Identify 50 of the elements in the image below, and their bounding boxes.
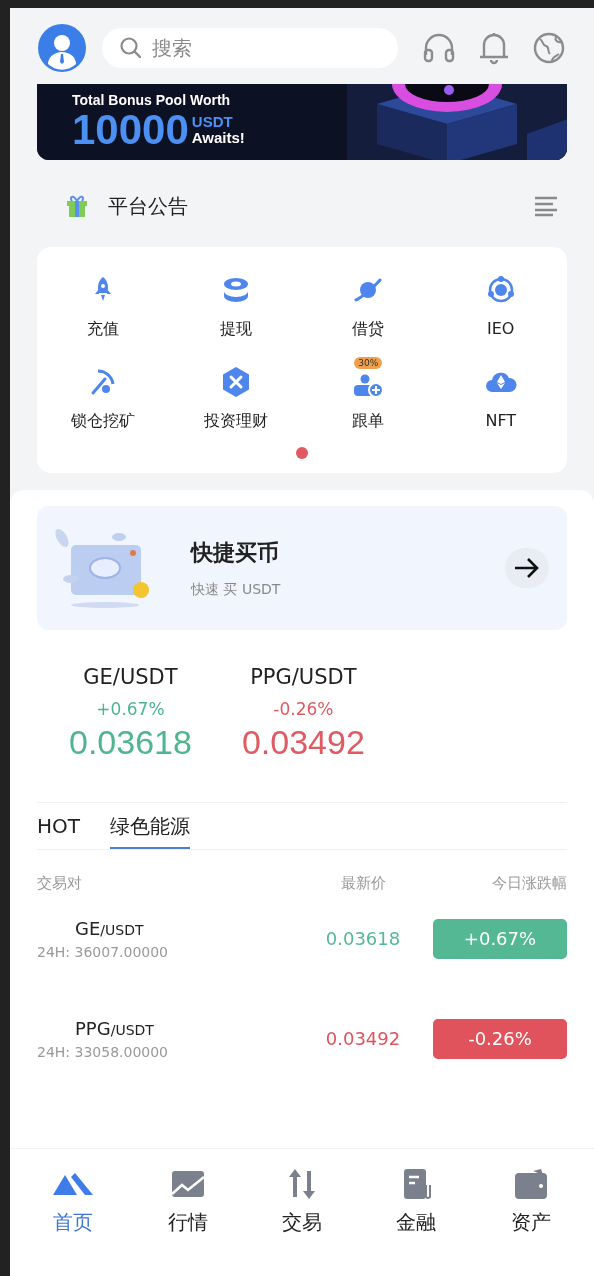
pair-name[interactable]: PPG/USDT	[37, 1014, 293, 1042]
category-tab[interactable]: HOT	[37, 811, 80, 849]
announcement-title[interactable]: 平台公告	[108, 191, 188, 221]
shortcut-label[interactable]: 锁仓挖矿	[71, 409, 136, 433]
shortcut-label[interactable]: 借贷	[352, 317, 385, 341]
quick-buy-subtitle: 快速 买 USDT	[191, 580, 281, 599]
shortcut-label[interactable]: 跟单	[352, 409, 385, 433]
column-header: 今日涨跌幅	[491, 873, 567, 894]
quick-buy-card[interactable]: 快捷买币 快速 买 USDT	[37, 506, 567, 630]
volume-text: 24H: 33058.00000	[37, 1042, 170, 1062]
menu-icon[interactable]	[534, 195, 558, 217]
ticker-price: 0.03492	[241, 722, 365, 762]
shortcut-label[interactable]: 充值	[87, 317, 120, 341]
discount-badge: 30%	[354, 357, 383, 369]
bonus-amount: 10000	[72, 108, 189, 152]
column-header: 最新价	[339, 873, 387, 894]
quick-buy-title: 快捷买币	[191, 539, 280, 567]
nav-tab[interactable]: 金融	[371, 1167, 462, 1247]
shortcut-label[interactable]: 提现	[219, 317, 252, 341]
search-icon	[119, 36, 143, 60]
column-header: 交易对	[37, 873, 83, 894]
price-cell-text: 0.03492	[324, 1027, 402, 1051]
ticker-pair[interactable]: PPG/USDT	[250, 662, 357, 694]
ticker-pair[interactable]: GE/USDT	[83, 662, 178, 694]
bonus-unit: USDT	[191, 114, 234, 130]
shortcut-label[interactable]: IEO	[487, 317, 515, 341]
avatar-icon[interactable]	[38, 24, 86, 72]
price-cell-text: 0.03618	[324, 927, 402, 951]
bonus-tagline: Awaits!	[191, 130, 245, 146]
shortcut-label[interactable]: NFT	[485, 409, 517, 433]
arrow-button[interactable]	[505, 548, 549, 588]
ticker-price: 0.03618	[69, 722, 192, 762]
nav-tab[interactable]: 行情	[142, 1167, 233, 1247]
globe-icon[interactable]	[532, 31, 566, 65]
gift-icon	[66, 194, 88, 218]
category-tab[interactable]: 绿色能源	[110, 811, 190, 849]
change-pill: +0.67%	[433, 918, 567, 959]
nav-tab[interactable]: 首页	[28, 1167, 119, 1247]
headphones-icon[interactable]	[422, 31, 456, 65]
banner-headline: Total Bonus Pool Worth	[72, 91, 232, 110]
search-field[interactable]: 搜索	[102, 28, 398, 68]
nav-tab[interactable]: 交易	[256, 1167, 347, 1247]
ticker-change: -0.26%	[273, 697, 334, 721]
pair-name[interactable]: GE/USDT	[37, 914, 293, 942]
nav-tab[interactable]: 资产	[485, 1167, 576, 1247]
change-pill: -0.26%	[433, 1018, 567, 1059]
volume-text: 24H: 36007.00000	[37, 942, 170, 962]
ticker-change: +0.67%	[96, 697, 165, 721]
shortcut-label[interactable]: 投资理财	[203, 409, 268, 433]
arrow-right-icon	[513, 557, 541, 579]
